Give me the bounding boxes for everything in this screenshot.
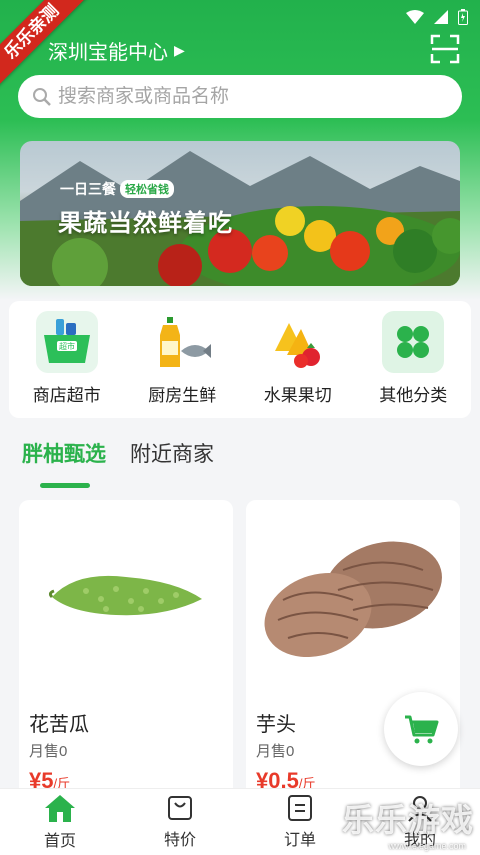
scan-icon[interactable] [430, 34, 460, 64]
product-image [19, 500, 233, 690]
banner-tag: 轻松省钱 [120, 180, 174, 198]
oil-fish-icon [151, 311, 213, 373]
tab-featured[interactable]: 胖柚甄选 [22, 438, 106, 488]
category-label: 商店超市 [32, 386, 101, 405]
category-supermarket[interactable]: 超市 商店超市 [17, 311, 117, 418]
cart-button[interactable] [384, 692, 458, 766]
category-other[interactable]: 其他分类 [363, 311, 463, 418]
tab-nearby-stores[interactable]: 附近商家 [130, 438, 214, 488]
svg-text:超市: 超市 [59, 341, 75, 351]
product-card[interactable]: 花苦瓜 月售0 ¥5/斤 [19, 500, 233, 800]
product-sales: 月售0 [256, 743, 295, 760]
nav-label: 特价 [163, 832, 196, 849]
order-icon [288, 795, 312, 821]
nav-specials[interactable]: 特价 [135, 794, 225, 850]
product-name: 芋头 [256, 714, 296, 736]
chevron-right-icon: ▶ [174, 41, 185, 58]
nav-label: 订单 [283, 832, 316, 849]
banner-title: 果蔬当然鲜着吃 [58, 210, 233, 237]
home-icon [45, 795, 75, 822]
signal-icon [434, 10, 448, 24]
location-label: 深圳宝能中心 [48, 41, 168, 64]
category-label: 厨房生鲜 [148, 386, 217, 405]
search-input[interactable] [58, 85, 438, 108]
category-label: 其他分类 [379, 386, 448, 405]
search-icon [33, 87, 51, 106]
bag-icon [168, 796, 192, 820]
wifi-icon [406, 10, 424, 24]
battery-icon [458, 9, 468, 25]
watermark: 乐乐游戏 [341, 802, 474, 838]
product-image [246, 500, 460, 690]
product-sales: 月售0 [29, 743, 68, 760]
banner-subtitle: 一日三餐 轻松省钱 [60, 179, 174, 199]
grid-icon [382, 311, 445, 373]
watermark-url: www.lelegame.com [388, 841, 466, 851]
nav-label: 首页 [43, 833, 76, 850]
category-fruit[interactable]: 水果果切 [248, 311, 348, 418]
search-bar[interactable] [18, 75, 462, 118]
category-grid: 超市 商店超市 厨房生鲜 水果果切 其他分类 [9, 301, 471, 418]
nav-orders[interactable]: 订单 [255, 794, 345, 850]
product-name: 花苦瓜 [29, 714, 89, 736]
location-selector[interactable]: 深圳宝能中心 ▶ [48, 36, 185, 64]
fruit-icon [267, 311, 329, 373]
product-tabs: 胖柚甄选 附近商家 [22, 438, 214, 488]
banner-line1: 一日三餐 [60, 181, 116, 197]
promo-banner[interactable]: 一日三餐 轻松省钱 果蔬当然鲜着吃 [20, 141, 460, 286]
supermarket-basket-icon: 超市 [35, 311, 98, 373]
cart-icon [405, 715, 439, 744]
category-kitchen-fresh[interactable]: 厨房生鲜 [132, 311, 232, 418]
category-label: 水果果切 [263, 386, 332, 405]
nav-home[interactable]: 首页 [15, 793, 105, 851]
